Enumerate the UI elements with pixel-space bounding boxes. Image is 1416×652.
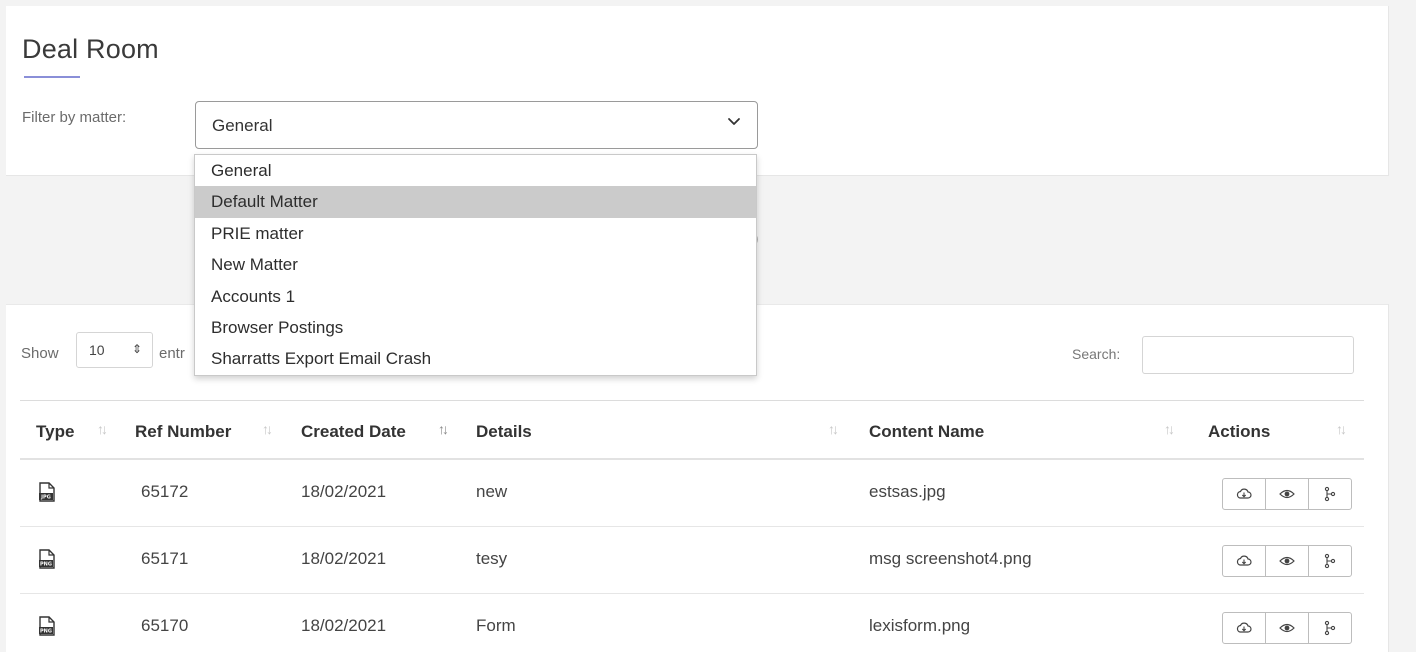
cloud-download-icon — [1236, 488, 1252, 499]
deal-room-page: Deal Room Filter by matter: General ) Sh… — [0, 0, 1416, 652]
documents-table: Type ↑↓ Ref Number ↑↓ Created Date ↑↓ De… — [20, 400, 1364, 652]
page-title: Deal Room — [22, 34, 159, 64]
row-actions — [1222, 612, 1352, 644]
eye-icon — [1279, 556, 1295, 566]
share-button[interactable] — [1309, 479, 1351, 509]
matter-option[interactable]: Browser Postings — [195, 312, 756, 343]
view-button[interactable] — [1266, 613, 1309, 643]
page-length-select[interactable]: 10 ⇕ — [76, 332, 153, 368]
download-button[interactable] — [1223, 546, 1266, 576]
created-date-cell: 18/02/2021 — [301, 616, 387, 635]
entries-label: entr — [159, 345, 185, 362]
chevron-down-icon — [728, 118, 740, 125]
sort-icon: ↑↓ — [97, 421, 108, 437]
column-header-details[interactable]: Details — [476, 422, 532, 442]
eye-icon — [1279, 489, 1295, 499]
page-length-value: 10 — [89, 342, 105, 358]
jpg-file-icon: JPG — [39, 482, 55, 502]
png-file-icon: PNG — [39, 549, 55, 569]
matter-option[interactable]: Sharratts Export Email Crash — [195, 343, 756, 374]
column-header-type[interactable]: Type — [36, 422, 74, 442]
content-name-cell: msg screenshot4.png — [869, 549, 1032, 568]
view-button[interactable] — [1266, 546, 1309, 576]
table-header: Type ↑↓ Ref Number ↑↓ Created Date ↑↓ De… — [20, 400, 1364, 460]
share-icon — [1324, 620, 1336, 636]
cloud-download-icon — [1236, 555, 1252, 566]
table-row: PNG 65171 18/02/2021 tesy msg screenshot… — [20, 527, 1364, 594]
header-card: Deal Room Filter by matter: General — [6, 6, 1389, 176]
matter-select[interactable]: General — [195, 101, 758, 149]
sort-icon: ↑↓ — [438, 421, 449, 437]
content-name-cell: estsas.jpg — [869, 482, 946, 501]
sort-icon: ↑↓ — [1164, 421, 1175, 437]
details-cell: Form — [476, 616, 516, 635]
created-date-cell: 18/02/2021 — [301, 549, 387, 568]
table-row: PNG 65170 18/02/2021 Form lexisform.png — [20, 594, 1364, 652]
created-date-cell: 18/02/2021 — [301, 482, 387, 501]
content-name-cell: lexisform.png — [869, 616, 971, 635]
sort-icon: ↑↓ — [262, 421, 273, 437]
column-header-created-date[interactable]: Created Date — [301, 422, 406, 442]
sort-icon: ↑↓ — [1336, 421, 1347, 437]
row-actions — [1222, 545, 1352, 577]
view-button[interactable] — [1266, 479, 1309, 509]
updown-caret-icon: ⇕ — [131, 342, 142, 356]
sort-icon: ↑↓ — [828, 421, 839, 437]
filter-label: Filter by matter: — [22, 109, 127, 126]
details-cell: tesy — [476, 549, 508, 568]
search-input[interactable] — [1142, 336, 1354, 374]
matter-dropdown-list: General Default Matter PRIE matter New M… — [194, 154, 757, 376]
png-file-icon: PNG — [39, 616, 55, 636]
matter-option[interactable]: Default Matter — [195, 186, 756, 218]
matter-option[interactable]: New Matter — [195, 249, 756, 280]
svg-text:PNG: PNG — [40, 629, 52, 635]
matter-select-value: General — [212, 116, 273, 135]
row-actions — [1222, 478, 1352, 510]
table-row: JPG 65172 18/02/2021 new estsas.jpg — [20, 460, 1364, 527]
matter-option[interactable]: Accounts 1 — [195, 281, 756, 312]
column-header-content-name[interactable]: Content Name — [869, 422, 984, 442]
matter-option[interactable]: General — [195, 155, 756, 186]
show-label: Show — [21, 345, 59, 362]
title-underline — [24, 76, 80, 78]
ref-number-cell: 65172 — [141, 482, 189, 501]
download-button[interactable] — [1223, 479, 1266, 509]
svg-text:JPG: JPG — [40, 495, 51, 501]
details-cell: new — [476, 482, 508, 501]
ref-number-cell: 65170 — [141, 616, 189, 635]
eye-icon — [1279, 623, 1295, 633]
matter-option[interactable]: PRIE matter — [195, 218, 756, 249]
download-button[interactable] — [1223, 613, 1266, 643]
ref-number-cell: 65171 — [141, 549, 189, 568]
column-header-actions[interactable]: Actions — [1208, 422, 1270, 442]
column-header-ref-number[interactable]: Ref Number — [135, 422, 231, 442]
share-icon — [1324, 486, 1336, 502]
cloud-download-icon — [1236, 622, 1252, 633]
share-button[interactable] — [1309, 546, 1351, 576]
share-button[interactable] — [1309, 613, 1351, 643]
share-icon — [1324, 553, 1336, 569]
svg-text:PNG: PNG — [40, 562, 52, 568]
search-label: Search: — [1072, 346, 1121, 362]
